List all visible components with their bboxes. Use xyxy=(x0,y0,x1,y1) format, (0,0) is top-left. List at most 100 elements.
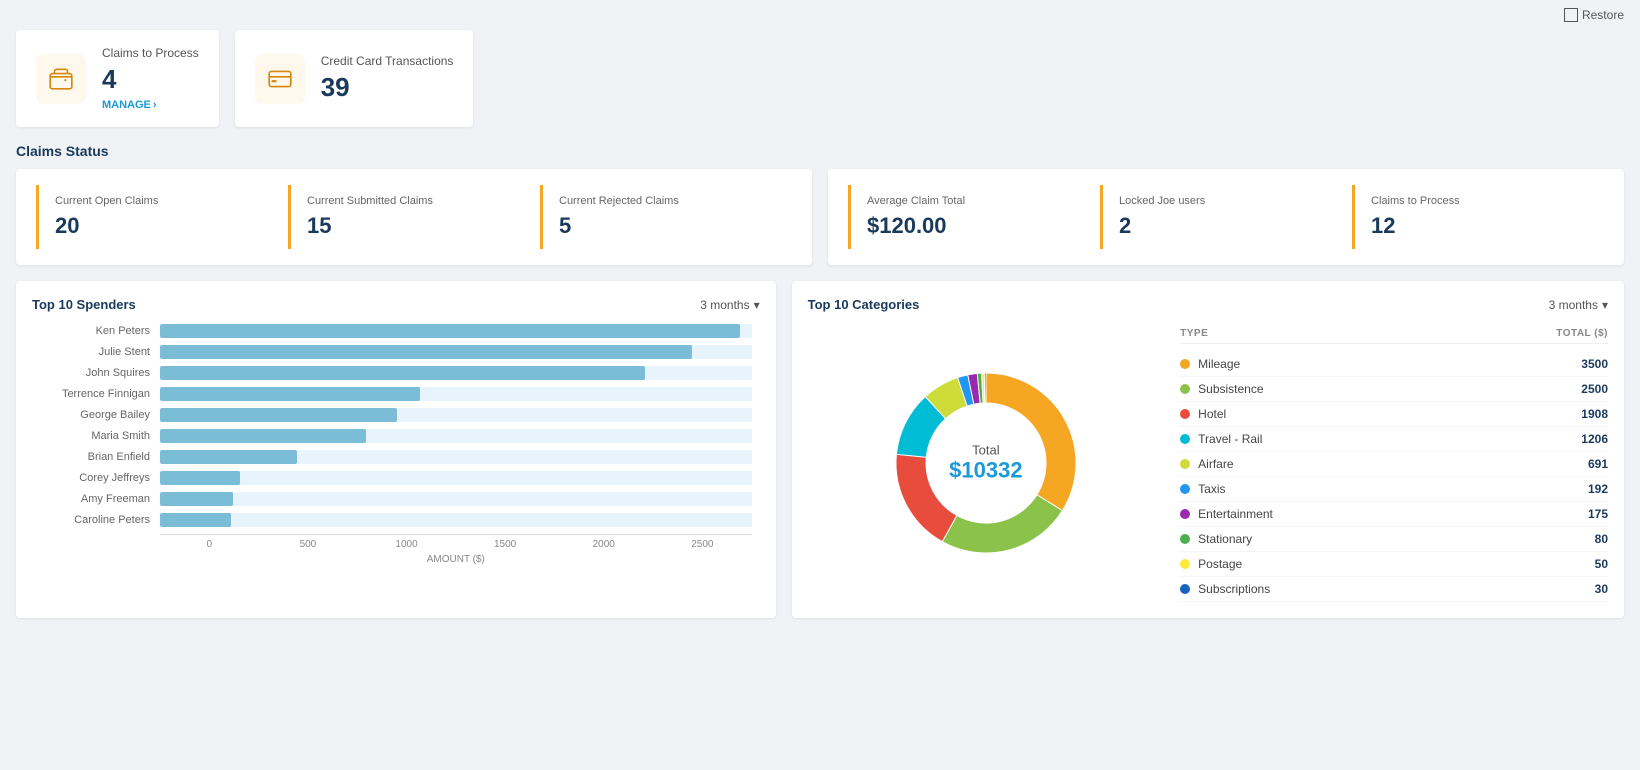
bar-track xyxy=(160,408,752,422)
credit-card-title: Credit Card Transactions xyxy=(321,54,454,68)
legend-item-name: Stationary xyxy=(1198,532,1252,546)
spenders-period-label: 3 months xyxy=(700,298,749,312)
avg-claim-value: $120.00 xyxy=(867,213,1084,239)
spenders-panel-title: Top 10 Spenders xyxy=(32,297,136,312)
restore-button[interactable]: Restore xyxy=(1564,8,1624,22)
bottom-row: Top 10 Spenders 3 months ▾ Ken Peters Ju… xyxy=(16,281,1624,618)
locked-users-item: Locked Joe users 2 xyxy=(1100,185,1352,249)
top-spenders-panel: Top 10 Spenders 3 months ▾ Ken Peters Ju… xyxy=(16,281,776,618)
bar-track xyxy=(160,366,752,380)
bar-fill xyxy=(160,366,645,380)
bar-fill xyxy=(160,471,240,485)
rejected-claims-label: Current Rejected Claims xyxy=(559,195,776,207)
legend-item-value: 50 xyxy=(1595,557,1608,571)
status-panel-right: Average Claim Total $120.00 Locked Joe u… xyxy=(828,169,1624,265)
legend-item: Entertainment 175 xyxy=(1180,502,1608,527)
bar-row: Brian Enfield xyxy=(40,450,752,464)
restore-icon xyxy=(1564,8,1578,22)
bar-row: Caroline Peters xyxy=(40,513,752,527)
bar-chart: Ken Peters Julie Stent John Squires Terr… xyxy=(32,324,760,565)
legend-item-name: Subsistence xyxy=(1198,382,1263,396)
avg-claim-label: Average Claim Total xyxy=(867,195,1084,207)
bar-row: Julie Stent xyxy=(40,345,752,359)
donut-total-value: $10332 xyxy=(949,458,1022,484)
axis-label: 500 xyxy=(259,539,358,550)
legend-item-name: Postage xyxy=(1198,557,1242,571)
bar-track xyxy=(160,345,752,359)
axis-label: 1000 xyxy=(357,539,456,550)
legend-item-name: Travel - Rail xyxy=(1198,432,1262,446)
legend-dot xyxy=(1180,509,1190,519)
legend-item-left: Entertainment xyxy=(1180,507,1273,521)
donut-segment xyxy=(896,454,957,541)
legend-item-value: 2500 xyxy=(1581,382,1608,396)
legend-dot xyxy=(1180,459,1190,469)
legend-dot xyxy=(1180,409,1190,419)
bar-fill xyxy=(160,492,233,506)
legend-item: Travel - Rail 1206 xyxy=(1180,427,1608,452)
bar-fill xyxy=(160,345,692,359)
legend-dot xyxy=(1180,359,1190,369)
status-grid-left: Current Open Claims 20 Current Submitted… xyxy=(36,185,792,249)
categories-period-selector[interactable]: 3 months ▾ xyxy=(1549,298,1608,312)
locked-users-value: 2 xyxy=(1119,213,1336,239)
bar-track xyxy=(160,429,752,443)
chevron-down-icon: ▾ xyxy=(754,298,760,312)
legend-item-left: Travel - Rail xyxy=(1180,432,1262,446)
bar-track xyxy=(160,387,752,401)
legend-item-name: Hotel xyxy=(1198,407,1226,421)
bar-row: Terrence Finnigan xyxy=(40,387,752,401)
bar-axis: 05001000150020002500 xyxy=(160,534,752,550)
submitted-claims-value: 15 xyxy=(307,213,524,239)
open-claims-label: Current Open Claims xyxy=(55,195,272,207)
bar-label: Ken Peters xyxy=(40,325,160,337)
legend-item-name: Mileage xyxy=(1198,357,1240,371)
bar-fill xyxy=(160,450,297,464)
legend-item-left: Airfare xyxy=(1180,457,1233,471)
status-panel-left: Current Open Claims 20 Current Submitted… xyxy=(16,169,812,265)
legend-item-value: 1206 xyxy=(1581,432,1608,446)
legend-header: TYPE TOTAL ($) xyxy=(1180,328,1608,344)
rejected-claims-item: Current Rejected Claims 5 xyxy=(540,185,792,249)
bar-track xyxy=(160,513,752,527)
legend-item-value: 3500 xyxy=(1581,357,1608,371)
claims-status-title: Claims Status xyxy=(16,143,1624,159)
spenders-period-selector[interactable]: 3 months ▾ xyxy=(700,298,759,312)
status-grid-right: Average Claim Total $120.00 Locked Joe u… xyxy=(848,185,1604,249)
legend-dot xyxy=(1180,559,1190,569)
legend-item: Taxis 192 xyxy=(1180,477,1608,502)
donut-segment xyxy=(984,373,986,403)
bar-track xyxy=(160,450,752,464)
legend-dot xyxy=(1180,584,1190,594)
donut-area: Total $10332 xyxy=(808,324,1165,602)
credit-card-transactions-card: Credit Card Transactions 39 xyxy=(235,30,474,127)
axis-label: 2000 xyxy=(554,539,653,550)
legend-total-header: TOTAL ($) xyxy=(1556,328,1608,339)
legend-dot xyxy=(1180,384,1190,394)
manage-link[interactable]: MANAGE › xyxy=(102,99,199,111)
axis-label: 0 xyxy=(160,539,259,550)
donut-segment xyxy=(942,495,1062,553)
legend-item: Airfare 691 xyxy=(1180,452,1608,477)
axis-label: 1500 xyxy=(456,539,555,550)
legend-item-left: Stationary xyxy=(1180,532,1252,546)
axis-label: 2500 xyxy=(653,539,752,550)
legend-item-value: 1908 xyxy=(1581,407,1608,421)
legend-item: Stationary 80 xyxy=(1180,527,1608,552)
avg-claim-item: Average Claim Total $120.00 xyxy=(848,185,1100,249)
bar-track xyxy=(160,471,752,485)
restore-label: Restore xyxy=(1582,8,1624,22)
bar-label: Maria Smith xyxy=(40,430,160,442)
locked-users-label: Locked Joe users xyxy=(1119,195,1336,207)
claims-to-process-right-item: Claims to Process 12 xyxy=(1352,185,1604,249)
categories-panel-header: Top 10 Categories 3 months ▾ xyxy=(808,297,1608,312)
bar-fill xyxy=(160,408,397,422)
legend-item-left: Postage xyxy=(1180,557,1242,571)
bar-label: Julie Stent xyxy=(40,346,160,358)
bar-label: Caroline Peters xyxy=(40,514,160,526)
legend-item-name: Subscriptions xyxy=(1198,582,1270,596)
legend-item-name: Airfare xyxy=(1198,457,1233,471)
legend-item-value: 80 xyxy=(1595,532,1608,546)
spenders-panel-header: Top 10 Spenders 3 months ▾ xyxy=(32,297,760,312)
claims-to-process-right-label: Claims to Process xyxy=(1371,195,1588,207)
